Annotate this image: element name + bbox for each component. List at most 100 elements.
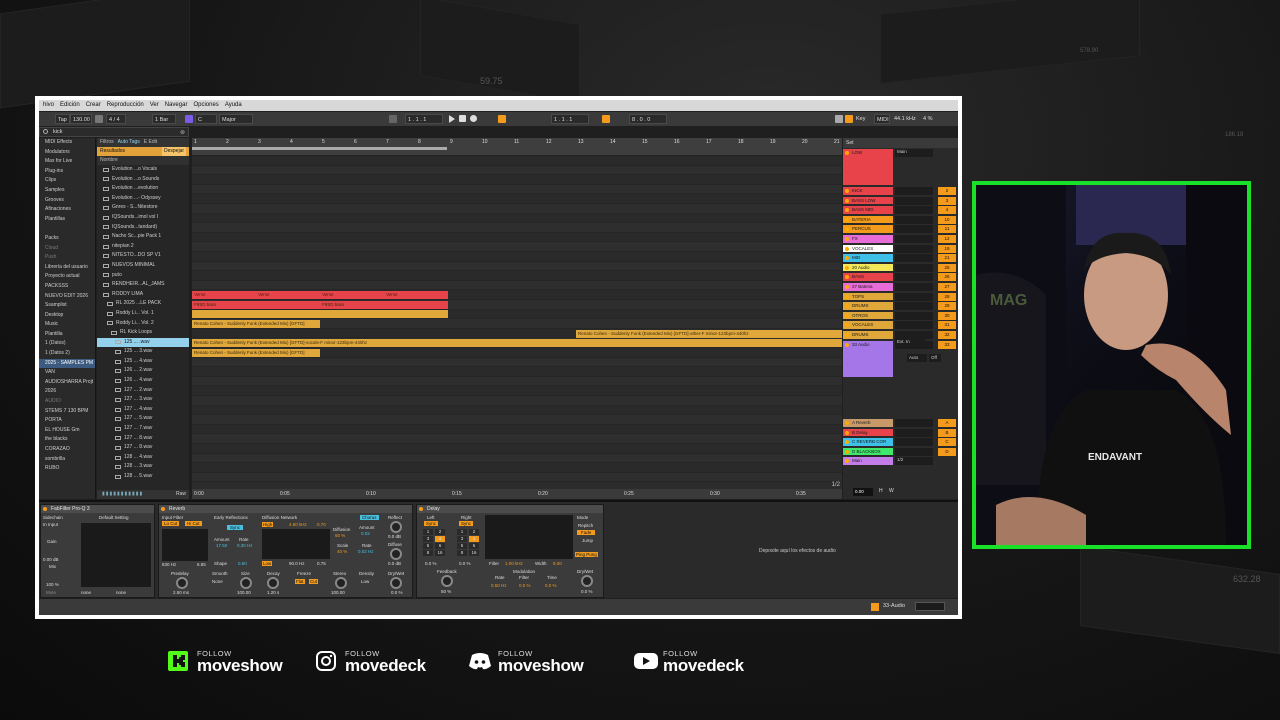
- er-amount-value[interactable]: 17.50: [216, 543, 227, 548]
- clip[interactable]: Verse: [320, 291, 352, 300]
- preset-select[interactable]: Default Setting: [99, 515, 129, 520]
- filter-display[interactable]: [485, 515, 573, 559]
- pingpong-toggle[interactable]: Ping Pong: [575, 552, 598, 557]
- track-name[interactable]: D BLACKBOX: [843, 447, 893, 456]
- division-cell[interactable]: 16: [435, 550, 445, 556]
- browser-item[interactable]: 128 ... 5.wav: [97, 472, 189, 482]
- place-item[interactable]: Modulators: [39, 148, 95, 158]
- place-item[interactable]: NUEVO EDIT 2026: [39, 292, 95, 302]
- io-routing[interactable]: [895, 244, 933, 253]
- division-cell[interactable]: 8: [423, 550, 433, 556]
- clip[interactable]: [192, 310, 448, 319]
- browser-item[interactable]: Nacho Sc...pie Pack 1: [97, 232, 189, 242]
- predelay-value[interactable]: 2.50 ms: [173, 590, 189, 595]
- clip[interactable]: F9SD bass: [320, 300, 352, 309]
- lo-cut-toggle[interactable]: Lo Cut: [162, 521, 180, 526]
- io-routing[interactable]: [895, 273, 933, 282]
- place-item[interactable]: 1 (Datos): [39, 339, 95, 349]
- io-routing[interactable]: [895, 321, 933, 330]
- menu-item[interactable]: Reproducción: [107, 102, 144, 109]
- place-item[interactable]: 1 (Datos 2): [39, 349, 95, 359]
- density-select[interactable]: Low: [361, 579, 369, 584]
- browser-item[interactable]: 128 ... 4.wav: [97, 453, 189, 463]
- right-sync-toggle[interactable]: Sync: [459, 521, 474, 526]
- filter-graph[interactable]: [162, 529, 208, 561]
- raw-toggle[interactable]: Raw: [176, 490, 186, 499]
- division-cell[interactable]: 8: [457, 550, 467, 556]
- clear-button[interactable]: Despejar: [161, 147, 186, 156]
- loop-brace[interactable]: [192, 147, 447, 150]
- mixer-track[interactable]: VOCALES 19: [843, 244, 958, 254]
- place-item[interactable]: sombrilla: [39, 455, 95, 465]
- browser-item[interactable]: Gnres - S...Nitestore: [97, 203, 189, 213]
- track-lane[interactable]: [192, 194, 842, 204]
- browser-item[interactable]: Evolution ...o Vocals: [97, 165, 189, 175]
- edit-tab[interactable]: E Edit: [144, 138, 157, 147]
- diffuse-knob[interactable]: [390, 548, 402, 560]
- er-sync-toggle[interactable]: Sync: [227, 525, 244, 530]
- mixer-track[interactable]: FX 12: [843, 234, 958, 244]
- track-lane[interactable]: [192, 424, 842, 435]
- diffusion-value[interactable]: 60 %: [335, 533, 345, 538]
- track-name[interactable]: BASS MID: [843, 206, 893, 214]
- clip[interactable]: Verse: [256, 291, 288, 300]
- mix-value[interactable]: 100 %: [46, 582, 59, 587]
- time-ruler[interactable]: 0:00 0:05 0:10 0:15 0:20 0:25 0:30 0:35: [192, 489, 842, 499]
- track-activator[interactable]: 4: [938, 206, 956, 215]
- io-routing[interactable]: [895, 215, 933, 224]
- mixer-track[interactable]: D BLACKBOX D: [843, 447, 958, 457]
- stop-icon[interactable]: [459, 115, 466, 122]
- io-routing[interactable]: [895, 292, 933, 301]
- mixer-track[interactable]: OTROS 30: [843, 311, 958, 321]
- bar-ruler[interactable]: 1 2 3 4 5 6 7 8 9 10 11 12 13 14 15 16 17 18 19 20 21: [192, 138, 842, 156]
- division-cell[interactable]: 4: [435, 536, 445, 542]
- diffuse-value[interactable]: 0.0 dB: [388, 561, 401, 566]
- midi-map-button[interactable]: MIDI: [874, 114, 890, 124]
- place-item[interactable]: 2025 - SAMPLES PM: [39, 358, 95, 369]
- delay-title[interactable]: Delay: [417, 505, 603, 513]
- track-lane[interactable]: [192, 175, 842, 185]
- mod-filter-value[interactable]: 0.0 %: [519, 583, 531, 588]
- repitch-button[interactable]: Repitch: [578, 523, 593, 528]
- fabfilter-title[interactable]: FabFilter Pro-Q 3: [41, 505, 154, 513]
- division-cell[interactable]: 2: [435, 529, 445, 535]
- track-name[interactable]: DRUMS: [843, 302, 893, 310]
- search-input[interactable]: kick: [53, 129, 62, 135]
- stereo-knob[interactable]: [335, 577, 347, 589]
- track-lane[interactable]: [192, 232, 842, 243]
- diffusion-graph[interactable]: [262, 529, 330, 559]
- browser-item[interactable]: Evolution ...evolution: [97, 184, 189, 194]
- hi-cut-toggle[interactable]: Hi Cut: [185, 521, 202, 526]
- mixer-track[interactable]: TOPS 28: [843, 292, 958, 302]
- io-routing[interactable]: [895, 235, 933, 243]
- place-item[interactable]: the blacks: [39, 435, 95, 445]
- place-item[interactable]: 2026: [39, 387, 95, 397]
- filter-freq-value[interactable]: 1.00 kHz: [505, 561, 523, 566]
- track-name[interactable]: A Reverb: [843, 419, 893, 427]
- place-item[interactable]: Desktop: [39, 311, 95, 321]
- browser-item[interactable]: RODDY LIMA: [97, 290, 189, 300]
- track-name[interactable]: C REVERB COR: [843, 438, 893, 446]
- loop-switch-icon[interactable]: [602, 115, 610, 123]
- reverb-title[interactable]: Reverb: [159, 505, 412, 513]
- mixer-track[interactable]: BATERIA 10: [843, 215, 958, 225]
- track-activator[interactable]: A: [938, 419, 956, 427]
- main-route-select[interactable]: Main: [897, 149, 907, 154]
- track-activator[interactable]: 27: [938, 283, 956, 291]
- browser-item[interactable]: 127 ... 8.wav: [97, 434, 189, 444]
- menu-item[interactable]: Edición: [60, 102, 80, 109]
- place-item[interactable]: Proyecto actual: [39, 272, 95, 282]
- metronome-icon[interactable]: [95, 115, 103, 123]
- browser-item[interactable]: Evolution ...o Sounds: [97, 175, 189, 185]
- autotags-tab[interactable]: Auto Tags: [118, 138, 140, 147]
- track-activator[interactable]: 30: [938, 311, 956, 320]
- division-cell[interactable]: 2: [469, 529, 479, 535]
- mixer-track[interactable]: BASS MID 4: [843, 205, 958, 215]
- track-activator[interactable]: 26: [938, 273, 956, 282]
- preview-bar[interactable]: ▮▮▮▮▮▮▮▮▮▮▮ Raw: [97, 490, 189, 499]
- division-cell[interactable]: 3: [423, 536, 433, 542]
- browser-item[interactable]: 126 ... 2.wav: [97, 366, 189, 376]
- mod-rate-value[interactable]: 0.50 Hz: [491, 583, 507, 588]
- place-item[interactable]: Afinaciones: [39, 205, 95, 215]
- filters-tab[interactable]: Filtros: [100, 138, 114, 147]
